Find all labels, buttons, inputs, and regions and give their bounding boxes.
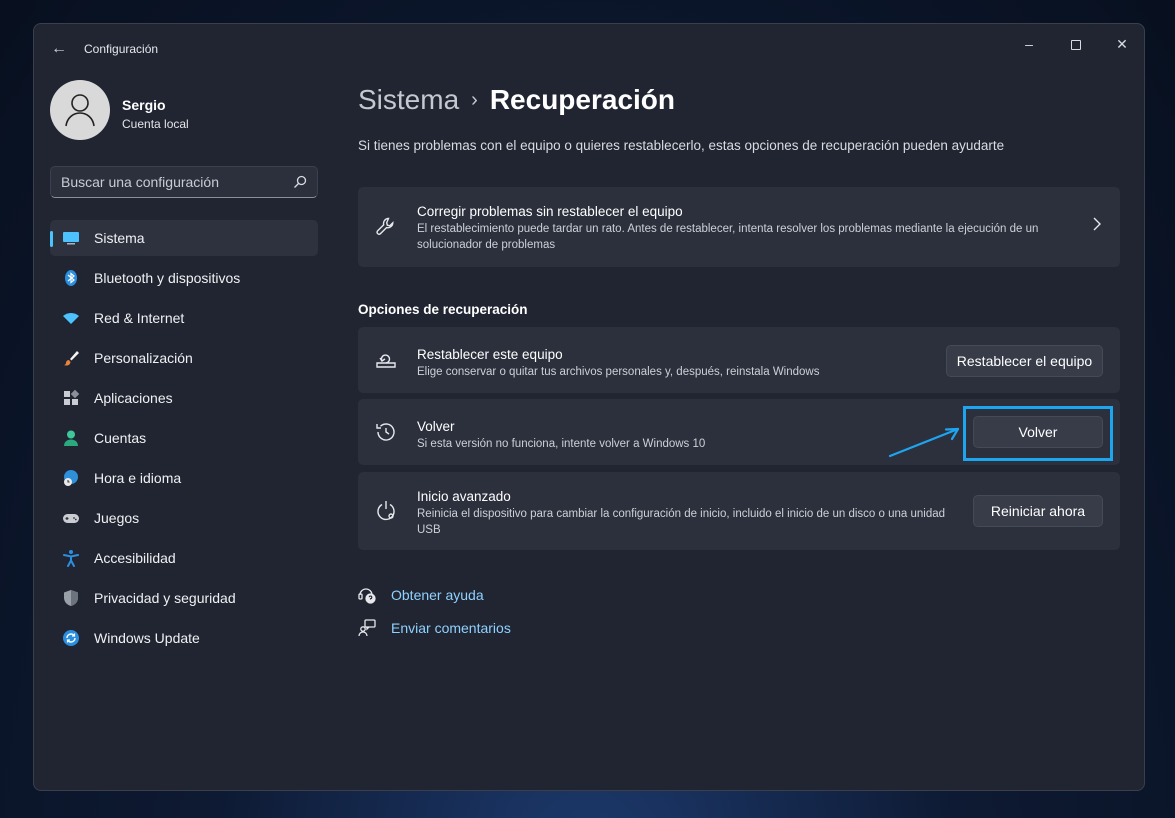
highlight-frame <box>963 406 1113 461</box>
feedback-icon <box>358 619 376 637</box>
sidebar-item-bluetooth[interactable]: Bluetooth y dispositivos <box>50 260 318 296</box>
chevron-right-icon <box>1093 217 1101 231</box>
section-title: Opciones de recuperación <box>358 302 528 317</box>
wifi-icon <box>63 313 79 324</box>
maximize-button[interactable] <box>1054 30 1098 58</box>
breadcrumb-parent[interactable]: Sistema <box>358 84 459 115</box>
reset-pc-icon <box>376 354 396 368</box>
advanced-startup-title: Inicio avanzado <box>417 489 511 504</box>
apps-icon <box>64 389 80 405</box>
avatar <box>50 80 110 140</box>
go-back-title: Volver <box>417 419 455 434</box>
minimize-button[interactable]: – <box>1007 30 1051 58</box>
sidebar-nav: Sistema Bluetooth y dispositivos Red & I… <box>50 220 318 660</box>
sidebar-item-personalizacion[interactable]: Personalización <box>50 340 318 376</box>
reset-pc-card: Restablecer este equipo Elige conservar … <box>358 327 1120 393</box>
close-button[interactable]: ✕ <box>1100 30 1144 58</box>
sidebar-item-aplicaciones[interactable]: Aplicaciones <box>50 380 318 416</box>
troubleshoot-card[interactable]: Corregir problemas sin restablecer el eq… <box>358 187 1120 267</box>
accessibility-icon <box>63 550 79 567</box>
monitor-icon <box>63 232 79 245</box>
search-box[interactable] <box>50 166 318 198</box>
go-back-description: Si esta versión no funciona, intente vol… <box>417 438 706 450</box>
page-title: Recuperación <box>489 84 675 115</box>
search-icon[interactable] <box>293 175 307 189</box>
advanced-startup-card: Inicio avanzado Reinicia el dispositivo … <box>358 472 1120 550</box>
send-feedback-text[interactable]: Enviar comentarios <box>391 620 511 636</box>
user-name: Sergio <box>122 97 166 113</box>
advanced-startup-icon <box>377 501 395 521</box>
reset-pc-description: Elige conservar o quitar tus archivos pe… <box>417 366 820 378</box>
sidebar-item-windows-update[interactable]: Windows Update <box>50 620 318 656</box>
sidebar-item-label: Cuentas <box>94 430 147 446</box>
sidebar-item-cuentas[interactable]: Cuentas <box>50 420 318 456</box>
troubleshoot-title: Corregir problemas sin restablecer el eq… <box>417 204 683 219</box>
person-avatar-icon <box>65 94 95 127</box>
maximize-icon <box>1071 40 1081 51</box>
restart-now-button[interactable]: Reiniciar ahora <box>973 495 1103 527</box>
sidebar-item-label: Hora e idioma <box>94 470 182 486</box>
arrow-annotation-icon <box>888 427 960 458</box>
page-description: Si tienes problemas con el equipo o quie… <box>358 138 1005 153</box>
sidebar-item-label: Accesibilidad <box>94 550 176 566</box>
back-arrow-icon[interactable]: ← <box>48 38 70 60</box>
sidebar-item-hora[interactable]: Hora e idioma <box>50 460 318 496</box>
sidebar-item-accesibilidad[interactable]: Accesibilidad <box>50 540 318 576</box>
gamepad-icon <box>63 514 79 523</box>
sidebar-item-label: Juegos <box>94 510 140 526</box>
breadcrumb: Sistema › Recuperación <box>358 84 675 116</box>
bluetooth-icon <box>65 270 77 286</box>
brush-icon <box>64 351 79 366</box>
update-icon <box>63 630 79 646</box>
sidebar-item-label: Bluetooth y dispositivos <box>94 270 241 286</box>
sidebar-item-label: Privacidad y seguridad <box>94 590 236 606</box>
sidebar-item-label: Windows Update <box>94 630 200 646</box>
sidebar-item-privacidad[interactable]: Privacidad y seguridad <box>50 580 318 616</box>
globe-clock-icon <box>64 470 78 486</box>
chevron-right-icon: › <box>471 89 478 111</box>
sidebar-item-sistema[interactable]: Sistema <box>50 220 318 256</box>
advanced-startup-description: Reinicia el dispositivo para cambiar la … <box>417 508 946 536</box>
sidebar-item-label: Aplicaciones <box>94 390 173 406</box>
sidebar-item-label: Sistema <box>94 230 145 246</box>
account-type: Cuenta local <box>122 117 189 131</box>
sidebar-item-juegos[interactable]: Juegos <box>50 500 318 536</box>
reset-pc-button[interactable]: Restablecer el equipo <box>946 345 1103 377</box>
title-bar: ← Configuración – ✕ <box>34 24 1144 72</box>
search-input[interactable] <box>61 167 281 197</box>
sidebar-item-label: Personalización <box>94 350 193 366</box>
troubleshoot-description: El restablecimiento puede tardar un rato… <box>417 223 1039 251</box>
settings-window: ← Configuración – ✕ Sergio Cuenta local <box>33 23 1145 791</box>
sidebar-item-label: Red & Internet <box>94 310 185 326</box>
reset-pc-title: Restablecer este equipo <box>417 347 563 362</box>
get-help-text[interactable]: Obtener ayuda <box>391 587 484 603</box>
person-icon <box>64 430 78 446</box>
wrench-icon <box>376 217 394 235</box>
help-icon <box>358 588 376 604</box>
app-title: Configuración <box>84 42 159 56</box>
sidebar-item-red[interactable]: Red & Internet <box>50 300 318 336</box>
history-icon <box>376 423 395 441</box>
shield-icon <box>64 590 78 606</box>
